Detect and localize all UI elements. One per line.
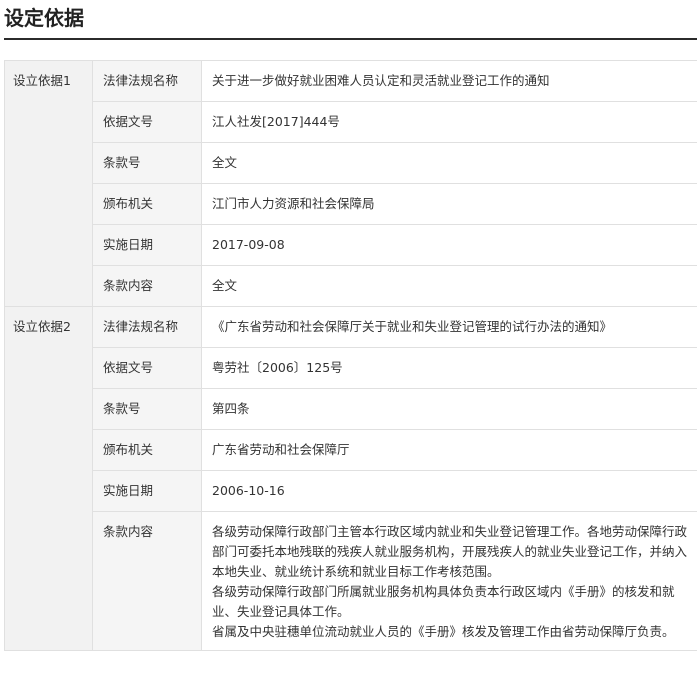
basis-row: 颁布机关 江门市人力资源和社会保障局 — [5, 183, 697, 225]
field-label: 实施日期 — [92, 224, 202, 266]
basis-row: 颁布机关 广东省劳动和社会保障厅 — [5, 429, 697, 471]
basis-row: 条款内容 各级劳动保障行政部门主管本行政区域内就业和失业登记管理工作。各地劳动保障… — [5, 511, 697, 651]
field-value-paragraph: 第四条 — [212, 401, 250, 416]
field-label: 法律法规名称 — [92, 60, 202, 102]
field-value-paragraph: 关于进一步做好就业困难人员认定和灵活就业登记工作的通知 — [212, 73, 550, 88]
basis-row: 条款内容 全文 — [5, 265, 697, 307]
field-label: 实施日期 — [92, 470, 202, 512]
field-value: 各级劳动保障行政部门主管本行政区域内就业和失业登记管理工作。各地劳动保障行政部门… — [201, 511, 697, 651]
field-value-paragraph: 各级劳动保障行政部门所属就业服务机构具体负责本行政区域内《手册》的核发和就业、失… — [212, 584, 675, 619]
field-value-paragraph: 江门市人力资源和社会保障局 — [212, 196, 375, 211]
field-value: 江门市人力资源和社会保障局 — [201, 183, 697, 225]
basis-row: 实施日期 2006-10-16 — [5, 470, 697, 512]
field-label: 条款内容 — [92, 265, 202, 307]
basis-row: 条款号 全文 — [5, 142, 697, 184]
field-value-paragraph: 各级劳动保障行政部门主管本行政区域内就业和失业登记管理工作。各地劳动保障行政部门… — [212, 524, 688, 579]
basis-table: 设立依据1 法律法规名称 关于进一步做好就业困难人员认定和灵活就业登记工作的通知 依据… — [4, 60, 697, 651]
field-value-paragraph: 江人社发[2017]444号 — [212, 114, 340, 129]
page-title: 设定依据 — [4, 6, 84, 30]
basis-group-label: 设立依据1 — [4, 60, 93, 307]
basis-row: 设立依据2 法律法规名称 《广东省劳动和社会保障厅关于就业和失业登记管理的试行办法的… — [4, 306, 697, 651]
field-label: 依据文号 — [92, 101, 202, 143]
field-value-paragraph: 2006-10-16 — [212, 483, 285, 498]
field-value: 关于进一步做好就业困难人员认定和灵活就业登记工作的通知 — [201, 60, 697, 102]
field-label: 条款号 — [92, 142, 202, 184]
field-label: 条款内容 — [92, 511, 202, 651]
basis-row: 设立依据1 法律法规名称 关于进一步做好就业困难人员认定和灵活就业登记工作的通知 — [4, 60, 697, 307]
field-label: 颁布机关 — [92, 183, 202, 225]
basis-row: 实施日期 2017-09-08 — [5, 224, 697, 266]
field-value: 江人社发[2017]444号 — [201, 101, 697, 143]
field-label: 法律法规名称 — [92, 306, 202, 348]
basis-row: 条款号 第四条 — [5, 388, 697, 430]
field-value-paragraph: 《广东省劳动和社会保障厅关于就业和失业登记管理的试行办法的通知》 — [212, 319, 613, 334]
field-value-paragraph: 全文 — [212, 155, 238, 170]
basis-table-body: 设立依据1 法律法规名称 关于进一步做好就业困难人员认定和灵活就业登记工作的通知 依据… — [4, 60, 697, 651]
field-value: 2017-09-08 — [201, 224, 697, 266]
title-divider — [4, 38, 697, 40]
field-value: 《广东省劳动和社会保障厅关于就业和失业登记管理的试行办法的通知》 — [201, 306, 697, 348]
basis-row: 依据文号 粤劳社〔2006〕125号 — [5, 347, 697, 389]
field-label: 条款号 — [92, 388, 202, 430]
field-value: 全文 — [201, 265, 697, 307]
field-value-paragraph: 省属及中央驻穗单位流动就业人员的《手册》核发及管理工作由省劳动保障厅负责。 — [212, 624, 675, 639]
field-value: 粤劳社〔2006〕125号 — [201, 347, 697, 389]
basis-group-label: 设立依据2 — [4, 306, 93, 651]
field-label: 颁布机关 — [92, 429, 202, 471]
field-value: 全文 — [201, 142, 697, 184]
basis-row: 依据文号 江人社发[2017]444号 — [5, 101, 697, 143]
field-value-paragraph: 2017-09-08 — [212, 237, 285, 252]
field-value: 2006-10-16 — [201, 470, 697, 512]
field-value-paragraph: 粤劳社〔2006〕125号 — [212, 360, 343, 375]
field-value: 广东省劳动和社会保障厅 — [201, 429, 697, 471]
field-value-paragraph: 全文 — [212, 278, 238, 293]
field-value: 第四条 — [201, 388, 697, 430]
field-value-paragraph: 广东省劳动和社会保障厅 — [212, 442, 350, 457]
field-label: 依据文号 — [92, 347, 202, 389]
